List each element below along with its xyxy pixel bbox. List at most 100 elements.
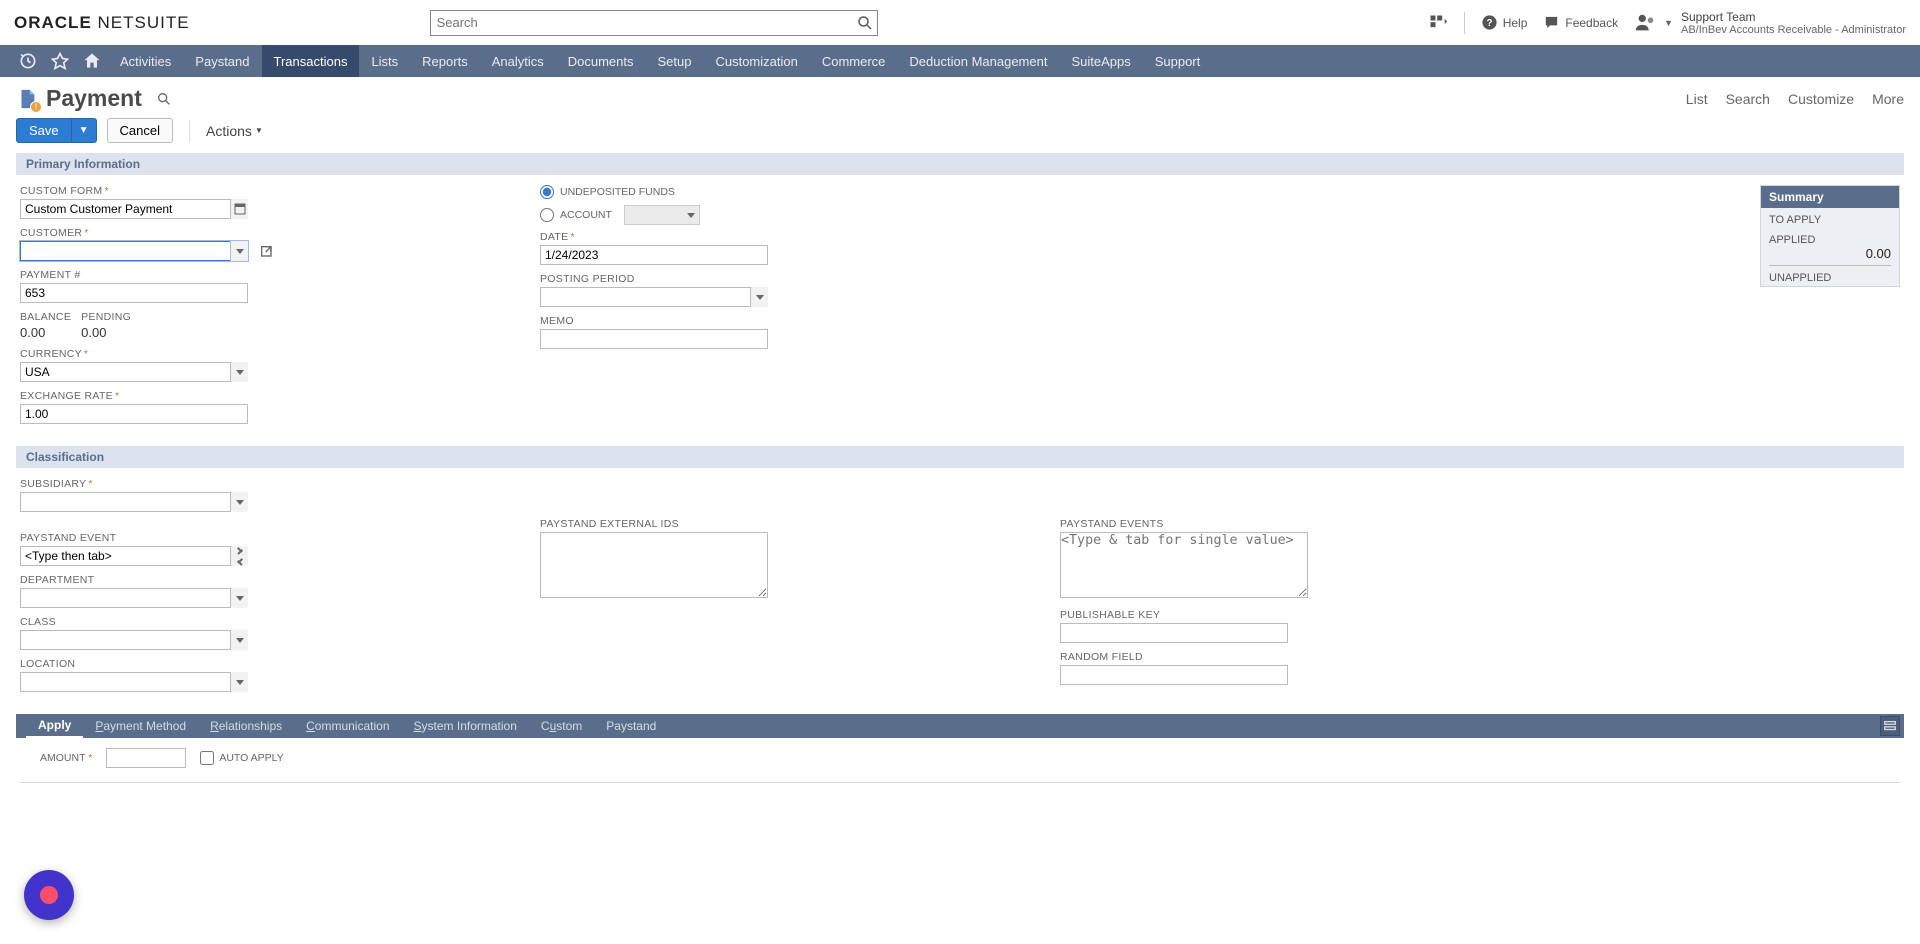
amount-input[interactable] <box>106 748 186 768</box>
list-link[interactable]: List <box>1686 91 1708 107</box>
account-label: ACCOUNT <box>560 209 612 221</box>
paystand-external-ids-input[interactable] <box>540 532 768 598</box>
account-radio-row: ACCOUNT <box>540 205 1030 225</box>
tab-system-information[interactable]: System Information <box>402 714 529 738</box>
save-dropdown-button[interactable]: ▼ <box>72 118 97 143</box>
auto-apply-checkbox[interactable] <box>200 751 214 765</box>
tab-communication[interactable]: Communication <box>294 714 401 738</box>
exchange-rate-input[interactable] <box>20 404 248 424</box>
posting-period-field: POSTING PERIOD <box>540 273 1030 307</box>
custom-form-input[interactable] <box>20 199 248 219</box>
search-link[interactable]: Search <box>1726 91 1770 107</box>
nav-commerce[interactable]: Commerce <box>810 45 898 77</box>
svg-text:?: ? <box>1486 18 1492 29</box>
title-search-icon[interactable] <box>156 91 172 107</box>
tab-relationships[interactable]: Relationships <box>198 714 294 738</box>
nav-setup[interactable]: Setup <box>645 45 703 77</box>
search-icon[interactable] <box>856 14 874 32</box>
paystand-event-expand-icon[interactable] <box>230 546 248 566</box>
customer-open-icon[interactable] <box>259 244 275 260</box>
tab-paystand[interactable]: Paystand <box>594 714 668 738</box>
paystand-external-ids-field: PAYSTAND EXTERNAL IDS <box>540 518 1040 601</box>
summary-applied: APPLIED 0.00 <box>1769 228 1891 266</box>
class-input[interactable] <box>20 630 248 650</box>
payment-no-label: PAYMENT # <box>20 269 520 281</box>
posting-period-input[interactable] <box>540 287 768 307</box>
payment-no-input[interactable] <box>20 283 248 303</box>
record-button[interactable] <box>24 870 74 920</box>
cancel-button[interactable]: Cancel <box>107 118 173 143</box>
apps-icon[interactable] <box>1428 13 1448 33</box>
customer-dropdown-icon[interactable] <box>230 241 248 261</box>
tab-custom[interactable]: Custom <box>529 714 594 738</box>
pending-label: PENDING <box>81 311 131 323</box>
nav-analytics[interactable]: Analytics <box>480 45 556 77</box>
posting-period-label: POSTING PERIOD <box>540 273 1030 285</box>
save-button[interactable]: Save <box>16 118 72 143</box>
classification-header[interactable]: Classification <box>16 446 1904 468</box>
department-dropdown-icon[interactable] <box>230 588 248 608</box>
separator <box>189 120 190 142</box>
memo-input[interactable] <box>540 329 768 349</box>
nav-lists[interactable]: Lists <box>359 45 410 77</box>
auto-apply-row: AUTO APPLY <box>200 751 283 765</box>
posting-period-dropdown-icon[interactable] <box>750 287 768 307</box>
class-dropdown-icon[interactable] <box>230 630 248 650</box>
custom-form-dropdown-icon[interactable] <box>230 199 248 219</box>
summary-unapplied: UNAPPLIED <box>1761 266 1899 286</box>
customer-input[interactable] <box>20 241 248 261</box>
location-input[interactable] <box>20 672 248 692</box>
primary-col-2: UNDEPOSITED FUNDS ACCOUNT DATE* POSTING … <box>540 185 1030 432</box>
primary-col-3: Summary TO APPLY APPLIED 0.00 UNAPPLIED <box>1558 185 1900 432</box>
nav-activities[interactable]: Activities <box>108 45 183 77</box>
nav-customization[interactable]: Customization <box>703 45 809 77</box>
date-input[interactable] <box>540 245 768 265</box>
actions-menu[interactable]: Actions ▼ <box>206 123 263 139</box>
subsidiary-input[interactable] <box>20 492 248 512</box>
payment-no-field: PAYMENT # <box>20 269 520 303</box>
record-dot-icon <box>40 886 58 904</box>
home-icon[interactable] <box>76 45 108 77</box>
favorites-icon[interactable] <box>44 45 76 77</box>
help-link[interactable]: ? Help <box>1481 14 1528 31</box>
paystand-events-label: PAYSTAND EVENTS <box>1060 518 1570 530</box>
account-radio[interactable] <box>540 208 554 222</box>
feedback-link[interactable]: Feedback <box>1543 14 1618 31</box>
page-title-row: ! Payment List Search Customize More <box>0 77 1920 114</box>
paystand-event-field: PAYSTAND EVENT <box>20 532 520 566</box>
paystand-event-input[interactable] <box>20 546 248 566</box>
class-label: CLASS <box>20 616 520 628</box>
nav-paystand[interactable]: Paystand <box>183 45 261 77</box>
account-dropdown[interactable] <box>624 205 700 225</box>
customize-link[interactable]: Customize <box>1788 91 1854 107</box>
tab-apply[interactable]: Apply <box>26 714 83 738</box>
pending-field: PENDING 0.00 <box>81 311 131 340</box>
more-link[interactable]: More <box>1872 91 1904 107</box>
location-dropdown-icon[interactable] <box>230 672 248 692</box>
nav-support[interactable]: Support <box>1143 45 1213 77</box>
currency-dropdown-icon[interactable] <box>230 362 248 382</box>
primary-information-header[interactable]: Primary Information <box>16 153 1904 175</box>
tab-layout-icon[interactable] <box>1880 716 1900 736</box>
global-search-input[interactable] <box>430 10 878 36</box>
department-input[interactable] <box>20 588 248 608</box>
undeposited-funds-radio[interactable] <box>540 185 554 199</box>
recent-records-icon[interactable] <box>12 45 44 77</box>
classification-body: SUBSIDIARY* PAYSTAND EVENT DEPARTMENT <box>0 468 1920 714</box>
subsidiary-dropdown-icon[interactable] <box>230 492 248 512</box>
currency-input[interactable] <box>20 362 248 382</box>
subsidiary-label: SUBSIDIARY* <box>20 478 520 490</box>
nav-documents[interactable]: Documents <box>556 45 646 77</box>
nav-reports[interactable]: Reports <box>410 45 480 77</box>
nav-transactions[interactable]: Transactions <box>262 45 360 77</box>
primary-form-body: CUSTOM FORM* CUSTOMER* PAYMENT # <box>0 175 1920 446</box>
tab-payment-method[interactable]: Payment Method <box>83 714 198 738</box>
nav-suiteapps[interactable]: SuiteApps <box>1059 45 1142 77</box>
user-menu[interactable]: ▼ Support Team AB/InBev Accounts Receiva… <box>1634 10 1906 36</box>
balance-label: BALANCE <box>20 311 71 323</box>
random-field-input[interactable] <box>1060 665 1288 685</box>
nav-deduction-management[interactable]: Deduction Management <box>897 45 1059 77</box>
publishable-key-input[interactable] <box>1060 623 1288 643</box>
paystand-events-input[interactable] <box>1060 532 1308 598</box>
primary-col-1: CUSTOM FORM* CUSTOMER* PAYMENT # <box>20 185 520 432</box>
